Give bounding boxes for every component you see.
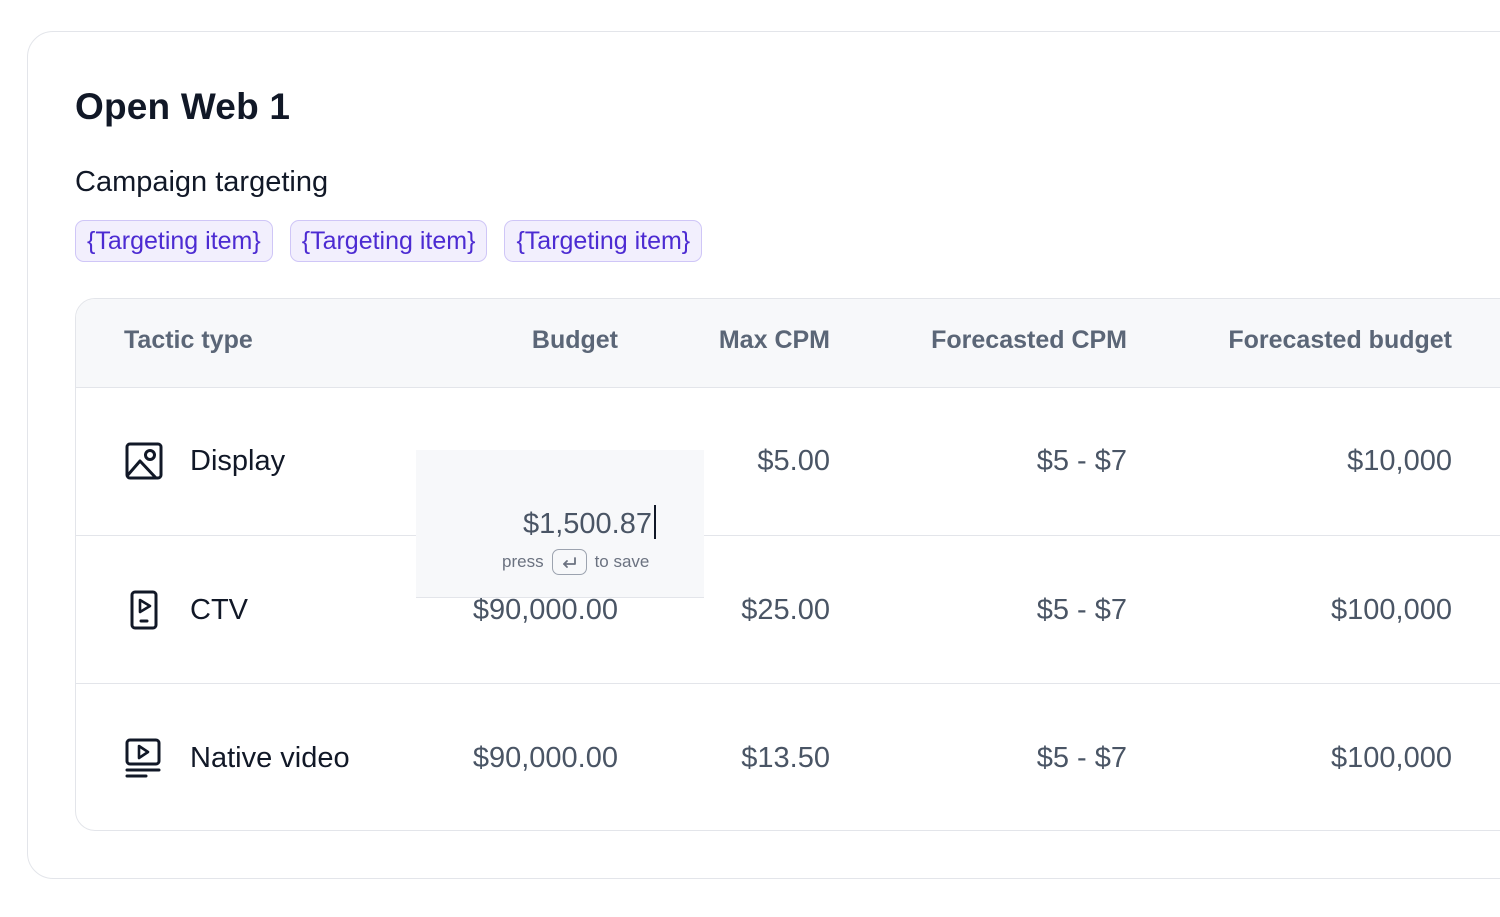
max-cpm-cell: $13.50	[741, 742, 830, 774]
forecasted-cpm-cell: $5 - $7	[1036, 742, 1127, 774]
forecasted-budget-cell: $100,000	[1331, 594, 1452, 626]
tablet-play-icon	[124, 590, 164, 630]
column-header-forecasted-cpm: Forecasted CPM	[931, 326, 1127, 354]
image-icon	[124, 441, 164, 481]
table-header: Tactic type Budget Max CPM Forecasted CP…	[76, 299, 1500, 388]
targeting-chip[interactable]: {Targeting item}	[75, 220, 273, 262]
page-title: Open Web 1	[75, 86, 291, 127]
budget-input-value: $1,500.87	[522, 508, 652, 540]
targeting-chip-list: {Targeting item} {Targeting item} {Targe…	[75, 220, 703, 262]
save-hint: press to save	[502, 549, 649, 575]
table-row-native-video[interactable]: Native video $90,000.00 $13.50 $5 - $7 $…	[76, 683, 1500, 830]
tactics-table: Tactic type Budget Max CPM Forecasted CP…	[75, 298, 1500, 831]
forecasted-budget-cell: $10,000	[1347, 445, 1452, 477]
save-hint-suffix: to save	[594, 552, 650, 571]
forecasted-cpm-cell: $5 - $7	[1036, 445, 1127, 477]
forecasted-budget-cell: $100,000	[1331, 742, 1452, 774]
tactic-name: Display	[190, 445, 286, 477]
tactic-name: CTV	[190, 594, 248, 626]
video-list-icon	[124, 738, 164, 778]
text-caret	[654, 505, 656, 539]
tactic-name: Native video	[190, 742, 350, 774]
column-header-tactic-type: Tactic type	[124, 326, 253, 354]
budget-input[interactable]: $1,500.87	[523, 505, 656, 541]
campaign-targeting-heading: Campaign targeting	[75, 166, 329, 198]
column-header-budget: Budget	[531, 326, 618, 354]
save-hint-prefix: press	[502, 552, 544, 571]
max-cpm-cell: $25.00	[741, 594, 830, 626]
budget-edit-popover[interactable]: $1,500.87 press to save	[416, 450, 704, 598]
budget-cell[interactable]: $90,000.00	[473, 594, 618, 627]
enter-key-icon	[551, 549, 587, 575]
targeting-chip[interactable]: {Targeting item}	[289, 220, 488, 262]
column-header-forecasted-budget: Forecasted budget	[1228, 326, 1452, 354]
forecasted-cpm-cell: $5 - $7	[1036, 594, 1127, 626]
budget-cell[interactable]: $90,000.00	[473, 742, 618, 775]
targeting-chip[interactable]: {Targeting item}	[504, 220, 703, 262]
max-cpm-cell: $5.00	[757, 445, 830, 477]
table-row-ctv[interactable]: CTV $90,000.00 $25.00 $5 - $7 $100,000	[76, 535, 1500, 684]
column-header-max-cpm: Max CPM	[718, 326, 830, 354]
table-row-display[interactable]: Display $5.00 $5 - $7 $10,000	[76, 387, 1500, 535]
